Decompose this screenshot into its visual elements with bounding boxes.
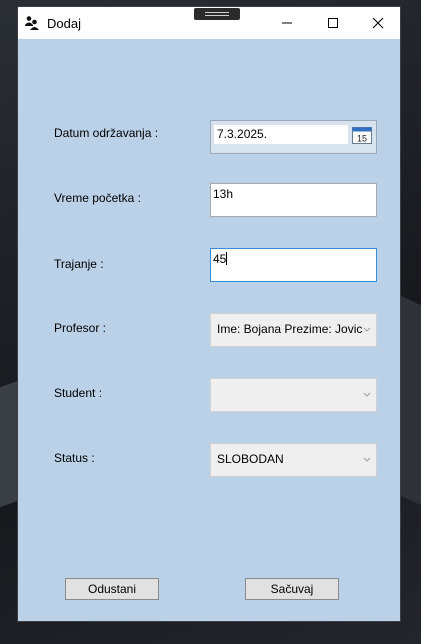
- professor-combobox[interactable]: Ime: Bojana Prezime: Jovic: [210, 313, 377, 347]
- close-icon: [372, 17, 384, 29]
- calendar-button[interactable]: 15: [351, 125, 373, 145]
- student-combobox[interactable]: [210, 378, 377, 412]
- maximize-icon: [328, 18, 338, 28]
- users-icon: [25, 16, 39, 30]
- window-title: Dodaj: [47, 16, 81, 31]
- start-time-label: Vreme početka :: [54, 191, 141, 205]
- chevron-down-icon: [363, 392, 371, 397]
- text-caret: [226, 252, 228, 265]
- dodaj-dialog: Dodaj Datum održavanja : 7.3.2025. 15 Vr…: [17, 6, 401, 622]
- title-bar[interactable]: Dodaj: [18, 7, 400, 39]
- snap-layout-handle[interactable]: [194, 8, 240, 20]
- chevron-down-icon: [363, 327, 371, 332]
- calendar-icon: 15: [352, 127, 372, 144]
- date-label: Datum održavanja :: [54, 126, 159, 140]
- date-input[interactable]: 7.3.2025.: [214, 125, 348, 144]
- duration-value: 45: [213, 252, 227, 266]
- duration-label: Trajanje :: [54, 257, 104, 271]
- status-combobox[interactable]: SLOBODAN: [210, 443, 377, 477]
- student-label: Student :: [54, 386, 103, 400]
- close-button[interactable]: [355, 7, 401, 39]
- minimize-button[interactable]: [264, 7, 310, 39]
- save-button[interactable]: Sačuvaj: [245, 578, 339, 600]
- chevron-down-icon: [363, 457, 371, 462]
- minimize-icon: [282, 22, 292, 24]
- professor-label: Profesor :: [54, 321, 107, 335]
- professor-selected-value: Ime: Bojana Prezime: Jovic: [217, 322, 363, 336]
- calendar-day-text: 15: [357, 134, 367, 144]
- cancel-button[interactable]: Odustani: [65, 578, 159, 600]
- status-label: Status :: [54, 451, 95, 465]
- status-selected-value: SLOBODAN: [217, 452, 284, 466]
- duration-input[interactable]: 45: [210, 248, 377, 282]
- date-picker[interactable]: 7.3.2025. 15: [210, 120, 377, 154]
- start-time-value: 13h: [213, 187, 234, 201]
- maximize-button[interactable]: [310, 7, 356, 39]
- start-time-input[interactable]: 13h: [210, 183, 377, 217]
